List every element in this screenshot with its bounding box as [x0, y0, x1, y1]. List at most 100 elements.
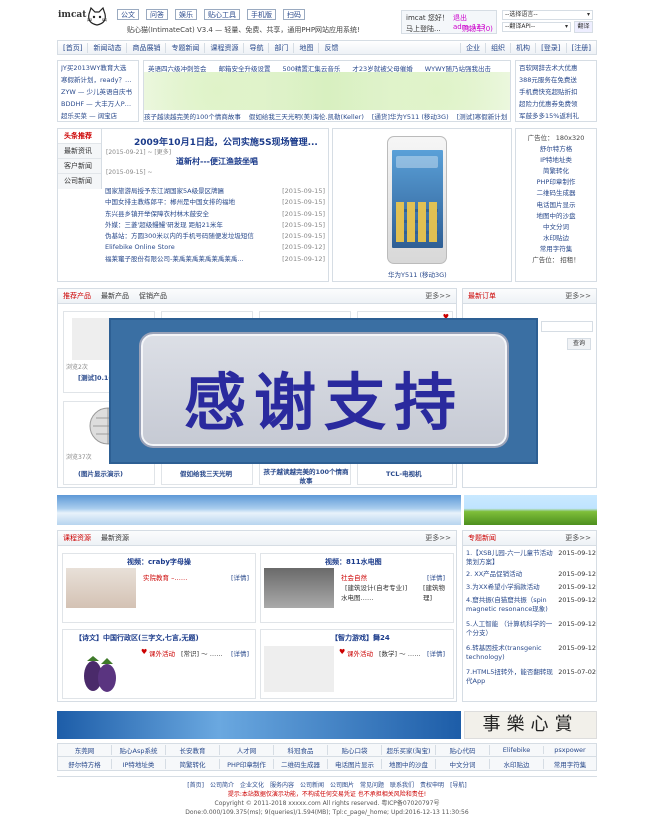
phone-image[interactable]: [387, 136, 447, 264]
promo-link[interactable]: JY买2013WY教育大选: [61, 62, 135, 74]
promo-link[interactable]: 邮箱安全升级设置: [219, 63, 271, 73]
tab-headline[interactable]: 头条推荐: [58, 129, 101, 143]
friend-link[interactable]: psxpower: [544, 746, 596, 754]
tab-gongwen[interactable]: 公文: [117, 9, 139, 20]
ads-link[interactable]: 水印贴边: [516, 233, 596, 244]
friend-link[interactable]: PHP印章制作: [220, 758, 274, 769]
friend-link[interactable]: 东莞网: [58, 745, 112, 755]
friend-link[interactable]: Elifebike: [490, 746, 544, 754]
promo-link[interactable]: 超乐买菜 — 阔宝店: [61, 110, 135, 122]
api-select[interactable]: --翻译API-- ▾: [502, 22, 571, 32]
news-subhead[interactable]: 道新村---便江渔鼓坐唱: [176, 156, 258, 167]
friend-link[interactable]: 简繁转化: [166, 758, 220, 769]
list-item[interactable]: 6.转基因技术(transgenic technology) 2015-09-12: [466, 644, 596, 668]
nav-courses[interactable]: 课程资源: [204, 42, 243, 53]
tab-recommended[interactable]: 推荐产品: [63, 291, 91, 301]
nav-guide[interactable]: 导航: [243, 42, 268, 53]
friend-link[interactable]: 二维码生成器: [274, 758, 328, 769]
topics-more-link[interactable]: 更多>>: [565, 533, 591, 543]
cart-link[interactable]: 购物车(0): [462, 24, 493, 34]
friend-link[interactable]: 科冠食品: [274, 745, 328, 755]
list-item[interactable]: 5.人工智能 （计算机科学的一个分支） 2015-09-12: [466, 620, 596, 644]
promo-link[interactable]: 388元服务在免费送: [519, 74, 593, 86]
list-item[interactable]: 7.HTML5扭转外，能否翻转现代App 2015-07-02: [466, 668, 596, 688]
friend-link[interactable]: 贴心代码: [436, 745, 490, 755]
ads-link[interactable]: 二维码生成器: [516, 188, 596, 199]
nav-topics[interactable]: 专题新闻: [165, 42, 204, 53]
list-item[interactable]: Elifebike Online Store [2015-09-12]: [105, 242, 325, 253]
tab-courses[interactable]: 课程资源: [63, 533, 91, 543]
quick-login-link[interactable]: 马上登陆...: [406, 24, 441, 34]
promo-link[interactable]: 军鼓多多15%返利礼: [519, 110, 593, 122]
promo-link[interactable]: 才23岁就被父母催婚: [352, 63, 412, 73]
promo-link[interactable]: 寒假新计划，ready？GO: [61, 74, 135, 86]
order-search-button[interactable]: 查询: [567, 338, 591, 350]
list-item[interactable]: 2. XX产品促销活动 2015-09-12: [466, 570, 596, 583]
ads-link[interactable]: PHP印章制作: [516, 177, 596, 188]
logo[interactable]: imcat: [58, 6, 108, 30]
course-detail-link[interactable]: [详情]: [231, 572, 249, 582]
footer-link[interactable]: 常见问题: [360, 781, 384, 790]
promo-link[interactable]: 手机费快充超贴折扣: [519, 86, 593, 98]
friend-link[interactable]: 电话图片显示: [328, 758, 382, 769]
friend-link[interactable]: 人才网: [220, 745, 274, 755]
friend-link[interactable]: 贴心口袋: [328, 745, 382, 755]
ads-link[interactable]: 常用字符集: [516, 244, 596, 255]
tab-mobile[interactable]: 手机版: [247, 9, 276, 20]
friend-link[interactable]: 水印贴边: [490, 758, 544, 769]
promo-link[interactable]: 百软网辞去术大优惠: [519, 62, 593, 74]
promo-link[interactable]: 英语四六级冲刺签会: [148, 63, 207, 73]
list-item[interactable]: 福莱竃子股份有限公司-莱禹莱禹莱禹莱禹莱禹... [2015-09-12]: [105, 254, 325, 265]
nav-dept[interactable]: 部门: [268, 42, 293, 53]
tab-latest-resources[interactable]: 最新资源: [101, 533, 129, 543]
tab-company[interactable]: 公司新闻: [58, 173, 101, 188]
course-card[interactable]: 视频：craby字母操 实院教育 –…… [详情]: [62, 553, 256, 623]
products-more-link[interactable]: 更多>>: [425, 291, 451, 301]
promo-link[interactable]: [通货]华为Y511 (移动3G): [372, 111, 449, 121]
friend-link[interactable]: 贴心Asp系统: [112, 745, 166, 755]
course-card[interactable]: 视频：811水电图 社会自然 [详情] [建筑设计(自考专业)] [建筑物理] …: [260, 553, 454, 623]
nav-products[interactable]: 商品展销: [126, 42, 165, 53]
list-item[interactable]: 东兴县乡镇开举保障衣村林木鼓安全 [2015-09-15]: [105, 209, 325, 220]
list-item[interactable]: 中国女排主教练郎平：郴州是中国女排的福地 [2015-09-15]: [105, 197, 325, 208]
tab-client[interactable]: 客户新闻: [58, 158, 101, 173]
footer-link[interactable]: 服务内容: [270, 781, 294, 790]
ads-link[interactable]: IP特地址类: [516, 155, 596, 166]
footer-link[interactable]: 公司图片: [330, 781, 354, 790]
nav-news[interactable]: 新闻动态: [87, 42, 126, 53]
course-detail-link[interactable]: [详情]: [427, 572, 445, 582]
friend-link[interactable]: 超乐买家(淘宝): [382, 745, 436, 755]
list-item[interactable]: 3.为XX希望小学捐款活动 2015-09-12: [466, 583, 596, 596]
promo-link[interactable]: 500精置汇集云音乐: [283, 63, 341, 73]
promo-link[interactable]: 假如给我三天光明(美)海伦.凯勒(Keller): [249, 111, 364, 121]
course-card[interactable]: 【智力游戏】舞24 ♥ 课外活动 [数学] ～ …… [详情]: [260, 629, 454, 699]
course-detail-link[interactable]: [详情]: [427, 648, 445, 658]
tab-latest[interactable]: 最新资讯: [58, 143, 101, 158]
footer-link[interactable]: [首页]: [187, 781, 204, 790]
ads-link[interactable]: 简繁转化: [516, 166, 596, 177]
promo-link[interactable]: WYWY随乃站强我出击: [425, 63, 491, 73]
nav-company[interactable]: 企业: [460, 42, 485, 53]
friend-link[interactable]: 中文分词: [436, 758, 490, 769]
tab-promo[interactable]: 促销产品: [139, 291, 167, 301]
language-select[interactable]: --选择语言-- ▾: [502, 10, 593, 20]
nav-feedback[interactable]: 反馈: [318, 42, 343, 53]
promo-link[interactable]: BDDHF — 大丰万人PE观: [61, 98, 135, 110]
footer-link[interactable]: 公司简介: [210, 781, 234, 790]
promo-link[interactable]: 孩子越读越完美的100个情商故事: [144, 111, 241, 121]
promo-link[interactable]: [测试]寒假新计划: [457, 111, 508, 121]
register-link[interactable]: [注册]: [565, 42, 596, 53]
promo-link[interactable]: ZYW — 少儿英语自庆书: [61, 86, 135, 98]
translate-button[interactable]: 翻译: [574, 21, 593, 33]
tab-tools[interactable]: 贴心工具: [204, 9, 240, 20]
footer-link[interactable]: 公司新闻: [300, 781, 324, 790]
friend-link[interactable]: 长安教育: [166, 745, 220, 755]
tab-newest[interactable]: 最新产品: [101, 291, 129, 301]
orders-more-link[interactable]: 更多>>: [565, 291, 591, 301]
courses-more-link[interactable]: 更多>>: [425, 533, 451, 543]
footer-link[interactable]: 联系我们: [390, 781, 414, 790]
login-link[interactable]: [登录]: [535, 42, 565, 53]
ads-link[interactable]: 舒尔特方格: [516, 144, 596, 155]
ads-link[interactable]: 中文分词: [516, 222, 596, 233]
phone-caption[interactable]: 华为Y511 (移动3G): [388, 269, 447, 279]
